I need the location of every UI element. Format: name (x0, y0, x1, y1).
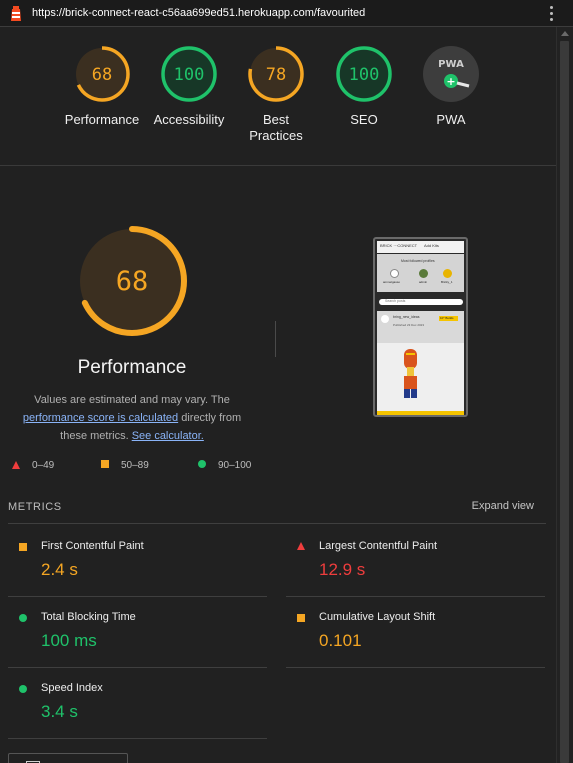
desc-text: Values are estimated and may vary. The (34, 394, 230, 406)
metric-value: 2.4 s (41, 560, 78, 579)
metric-si[interactable]: Speed Index 3.4 s (8, 669, 267, 739)
metric-value: 12.9 s (319, 560, 366, 579)
gauge-ring: 100 (336, 46, 392, 102)
report-content: 68 Performance 100 Accessibility 78 Best… (0, 27, 556, 763)
average-square-icon (101, 460, 109, 468)
metric-cls[interactable]: Cumulative Layout Shift 0.101 (286, 598, 545, 668)
pwa-badge-icon: PWA + (423, 46, 479, 102)
score-calculation-link[interactable]: performance score is calculated (23, 412, 178, 424)
performance-title: Performance (77, 357, 187, 378)
thumb-search: Search posts (379, 299, 463, 305)
pass-circle-icon (19, 614, 27, 622)
gauge-ring: 78 (248, 46, 304, 102)
thumb-profile: Bricky_1 (441, 280, 453, 284)
gauge-ring: 68 (74, 46, 130, 102)
thumb-navbar: BRICK ⋯CONNECT Add Kits (377, 241, 464, 253)
more-options-icon[interactable] (548, 5, 554, 22)
vertical-divider (275, 321, 276, 357)
score-summary: 68 Performance 100 Accessibility 78 Best… (0, 27, 556, 166)
thumb-post-image (377, 343, 464, 411)
metric-name: Speed Index (41, 682, 103, 694)
gauge-pwa[interactable]: PWA + PWA (396, 45, 506, 128)
metric-value: 100 ms (41, 631, 97, 650)
performance-score: 68 (116, 266, 149, 297)
view-treemap-button[interactable] (8, 753, 128, 763)
thumb-profiles: Most followed profiles ammelgasso admin … (377, 254, 464, 292)
gauge-score: 68 (92, 65, 112, 85)
metric-name: Largest Contentful Paint (319, 540, 438, 552)
thumb-post-badge: 10° Builds (440, 316, 454, 320)
average-square-icon (19, 543, 27, 551)
scroll-up-arrow-icon[interactable] (561, 31, 569, 36)
pass-circle-icon (19, 685, 27, 693)
pass-circle-icon (198, 460, 206, 468)
see-calculator-link[interactable]: See calculator. (132, 430, 204, 442)
thumb-post-date: Published 23 Dec 2023 (393, 323, 425, 327)
scrollbar[interactable] (556, 27, 573, 763)
thumb-post-user: bring_new_ideas (393, 315, 420, 319)
thumb-post-header: bring_new_ideas 10° Builds Published 23 … (377, 311, 464, 343)
thumb-nav: Add Kits (424, 243, 439, 248)
legend-fail: 0–49 (12, 460, 54, 471)
gauge-score: 78 (266, 65, 286, 85)
gauge-score: 100 (174, 65, 205, 85)
metric-name: First Contentful Paint (41, 540, 144, 552)
metric-fcp[interactable]: First Contentful Paint 2.4 s (8, 527, 267, 597)
thumb-footer (377, 411, 464, 415)
legend-average: 50–89 (101, 460, 149, 471)
expand-view-button[interactable]: Expand view (472, 500, 534, 512)
browser-top-bar: https://brick-connect-react-c56aa699ed51… (0, 0, 573, 27)
pwa-badge-text: PWA (438, 59, 464, 70)
metric-name: Cumulative Layout Shift (319, 611, 436, 623)
gauge-score: 100 (349, 65, 380, 85)
page-screenshot-thumbnail[interactable]: BRICK ⋯CONNECT Add Kits Most followed pr… (373, 237, 468, 417)
thumb-brand: BRICK ⋯CONNECT (380, 243, 418, 248)
metric-tbt[interactable]: Total Blocking Time 100 ms (8, 598, 267, 668)
svg-text:+: + (446, 75, 455, 88)
score-legend: 0–49 50–89 90–100 (0, 460, 280, 474)
metric-lcp[interactable]: Largest Contentful Paint 12.9 s (286, 527, 545, 597)
thumb-profile: admin (419, 280, 428, 284)
lighthouse-icon (11, 6, 21, 21)
thumb-section: Most followed profiles (401, 259, 435, 263)
metrics-header: METRICS Expand view (8, 499, 546, 524)
performance-description: Values are estimated and may vary. The p… (8, 391, 256, 445)
metrics-heading: METRICS (8, 501, 62, 513)
thumb-profile: ammelgasso (383, 280, 401, 284)
average-square-icon (297, 614, 305, 622)
legend-pass: 90–100 (198, 460, 251, 471)
gauge-label: PWA (436, 112, 466, 127)
performance-gauge: 68 (77, 226, 187, 336)
scrollbar-thumb[interactable] (560, 41, 569, 763)
thumb-search-text: Search posts (385, 299, 406, 303)
gauge-ring: 100 (161, 46, 217, 102)
fail-triangle-icon (297, 542, 305, 550)
metric-name: Total Blocking Time (41, 611, 136, 623)
metric-value: 0.101 (319, 631, 362, 650)
fail-triangle-icon (12, 461, 20, 469)
gauge-label: Best Practices (249, 112, 303, 143)
metric-value: 3.4 s (41, 702, 78, 721)
page-url[interactable]: https://brick-connect-react-c56aa699ed51… (32, 7, 365, 19)
